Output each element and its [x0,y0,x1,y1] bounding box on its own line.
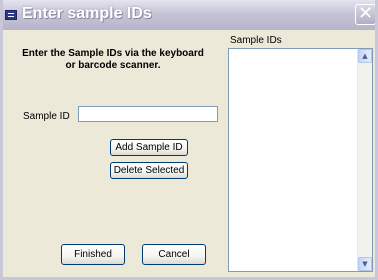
add-sample-id-button[interactable]: Add Sample ID [110,139,188,156]
window-menu-icon[interactable] [5,10,17,20]
sample-id-input[interactable] [78,106,218,122]
scroll-down-arrow-icon[interactable]: ▼ [358,257,372,271]
dialog-window: Enter sample IDs ✕ Enter the Sample IDs … [0,0,378,280]
close-icon[interactable]: ✕ [355,4,375,25]
finished-button[interactable]: Finished [61,244,125,265]
window-title: Enter sample IDs [22,5,152,22]
scroll-up-arrow-icon[interactable]: ▲ [358,49,372,63]
instructions-line-1: Enter the Sample IDs via the keyboard [22,48,204,59]
delete-selected-button[interactable]: Delete Selected [110,162,188,179]
sample-ids-label: Sample IDs [230,35,282,46]
instructions-text: Enter the Sample IDs via the keyboard or… [3,48,223,72]
entry-panel: Enter the Sample IDs via the keyboard or… [3,30,223,277]
sample-ids-list[interactable] [229,49,357,271]
title-bar[interactable]: Enter sample IDs ✕ [3,0,375,30]
sample-id-label: Sample ID [23,111,70,122]
instructions-line-2: or barcode scanner. [65,60,161,71]
sample-ids-listbox[interactable]: ▲ ▼ [228,48,373,272]
cancel-button[interactable]: Cancel [142,244,206,265]
vertical-scrollbar[interactable]: ▲ ▼ [357,49,372,271]
